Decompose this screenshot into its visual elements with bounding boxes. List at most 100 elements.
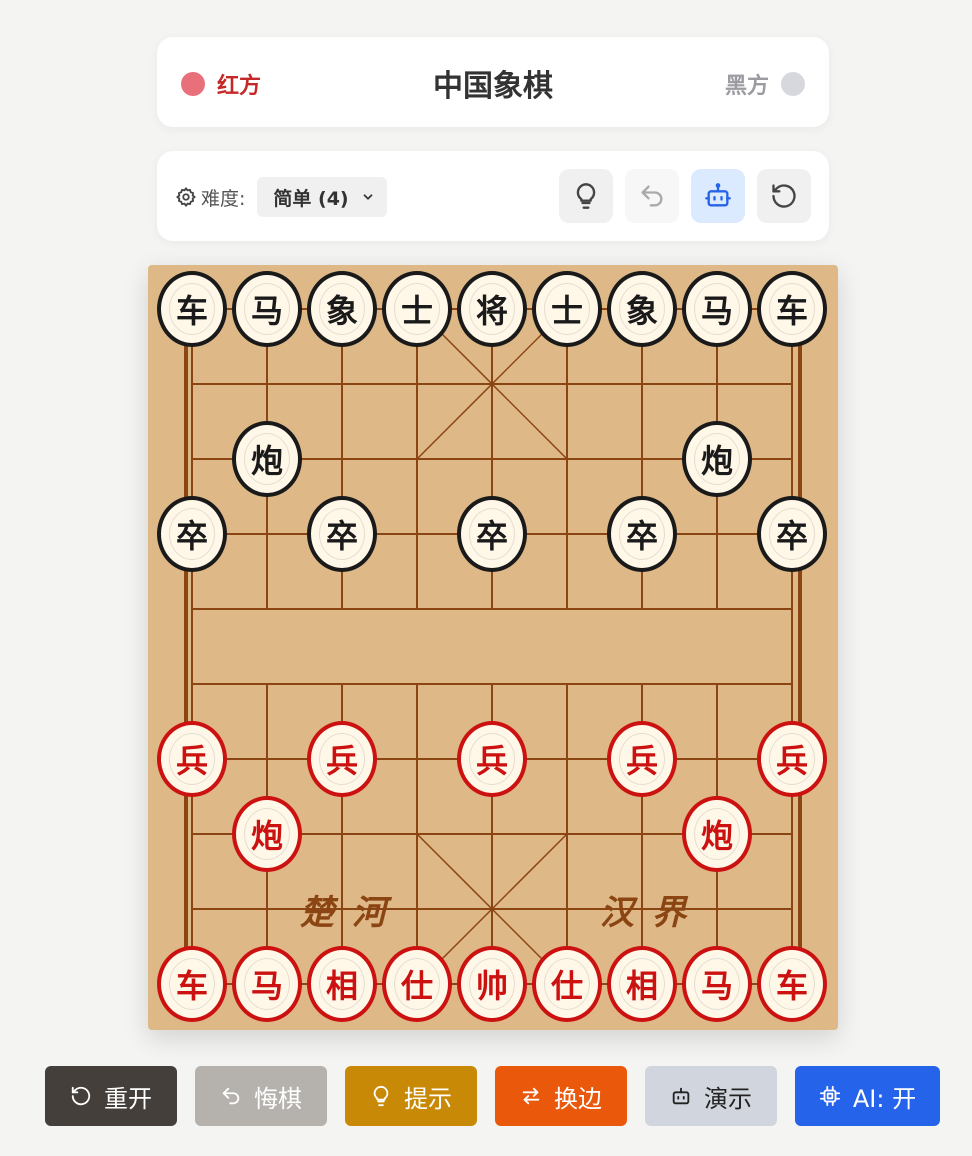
red-piece[interactable]: 相 bbox=[307, 946, 377, 1022]
undo-label: 悔棋 bbox=[254, 1084, 302, 1113]
black-piece[interactable]: 象 bbox=[307, 271, 377, 347]
ai-toggle-icon-button[interactable] bbox=[691, 169, 745, 223]
difficulty-label: 难度: bbox=[201, 187, 246, 210]
black-piece[interactable]: 卒 bbox=[307, 496, 377, 572]
red-piece-label: 炮 bbox=[700, 817, 733, 855]
black-piece-label: 象 bbox=[625, 292, 658, 330]
gear-icon bbox=[176, 187, 196, 207]
toolbar: 难度: 简单 (4) bbox=[157, 151, 829, 241]
black-piece[interactable]: 马 bbox=[682, 271, 752, 347]
black-piece-label: 卒 bbox=[775, 517, 808, 555]
red-piece[interactable]: 车 bbox=[157, 946, 227, 1022]
black-piece[interactable]: 卒 bbox=[157, 496, 227, 572]
red-piece[interactable]: 相 bbox=[607, 946, 677, 1022]
black-piece-label: 卒 bbox=[475, 517, 508, 555]
red-piece[interactable]: 兵 bbox=[457, 721, 527, 797]
red-piece[interactable]: 炮 bbox=[682, 796, 752, 872]
black-side-indicator: 黑方 bbox=[725, 68, 805, 100]
black-piece[interactable]: 士 bbox=[532, 271, 602, 347]
black-piece-label: 卒 bbox=[175, 517, 208, 555]
chevron-down-icon bbox=[363, 194, 372, 200]
black-piece[interactable]: 象 bbox=[607, 271, 677, 347]
chess-board[interactable]: 楚河 汉界 车马象士将士象马车炮炮卒卒卒卒卒兵兵兵兵兵炮炮车马相仕帅仕相马车 bbox=[148, 265, 838, 1030]
swap-arrows-icon bbox=[522, 1087, 540, 1105]
difficulty-value: 简单 (4) bbox=[273, 187, 349, 210]
ai-toggle-button[interactable]: AI: 开 bbox=[795, 1066, 940, 1126]
red-piece-label: 马 bbox=[250, 967, 283, 1005]
black-piece-label: 士 bbox=[400, 292, 433, 330]
black-piece[interactable]: 将 bbox=[457, 271, 527, 347]
restart-label: 重开 bbox=[104, 1084, 152, 1113]
black-piece[interactable]: 卒 bbox=[457, 496, 527, 572]
red-piece-label: 车 bbox=[175, 967, 208, 1005]
hint-label: 提示 bbox=[404, 1084, 452, 1113]
red-piece[interactable]: 仕 bbox=[532, 946, 602, 1022]
black-piece[interactable]: 车 bbox=[757, 271, 827, 347]
black-piece[interactable]: 车 bbox=[157, 271, 227, 347]
black-piece[interactable]: 炮 bbox=[682, 421, 752, 497]
red-piece-label: 车 bbox=[775, 967, 808, 1005]
black-side-label: 黑方 bbox=[724, 74, 769, 99]
restart-icon-button[interactable] bbox=[757, 169, 811, 223]
cpu-chip-icon bbox=[819, 1085, 840, 1107]
red-piece[interactable]: 兵 bbox=[307, 721, 377, 797]
black-piece[interactable]: 士 bbox=[382, 271, 452, 347]
red-piece[interactable]: 仕 bbox=[382, 946, 452, 1022]
river-label-left: 楚河 bbox=[300, 893, 404, 933]
undo-icon-button[interactable] bbox=[625, 169, 679, 223]
hint-icon-button[interactable] bbox=[559, 169, 613, 223]
red-piece-label: 炮 bbox=[250, 817, 283, 855]
lightbulb-icon bbox=[373, 1085, 389, 1107]
red-piece[interactable]: 炮 bbox=[232, 796, 302, 872]
difficulty-select[interactable]: 简单 (4) bbox=[257, 177, 387, 217]
undo-icon bbox=[222, 1087, 240, 1105]
demo-button[interactable]: 演示 bbox=[645, 1066, 777, 1126]
restart-icon bbox=[772, 184, 796, 208]
red-piece[interactable]: 马 bbox=[682, 946, 752, 1022]
ai-toggle-label: AI: 开 bbox=[852, 1084, 917, 1113]
undo-button[interactable]: 悔棋 bbox=[195, 1066, 327, 1126]
red-piece-label: 帅 bbox=[475, 967, 508, 1005]
black-piece-label: 车 bbox=[775, 292, 808, 330]
red-piece-label: 兵 bbox=[475, 742, 508, 780]
red-piece-label: 相 bbox=[325, 967, 358, 1005]
robot-icon bbox=[705, 183, 731, 207]
black-piece[interactable]: 马 bbox=[232, 271, 302, 347]
hint-button[interactable]: 提示 bbox=[345, 1066, 477, 1126]
red-piece[interactable]: 马 bbox=[232, 946, 302, 1022]
restart-button[interactable]: 重开 bbox=[45, 1066, 177, 1126]
black-piece-label: 将 bbox=[475, 292, 508, 330]
red-piece-label: 兵 bbox=[625, 742, 658, 780]
red-piece[interactable]: 兵 bbox=[157, 721, 227, 797]
black-piece-label: 象 bbox=[325, 292, 358, 330]
red-piece-label: 兵 bbox=[325, 742, 358, 780]
red-piece-label: 相 bbox=[625, 967, 658, 1005]
swap-sides-button[interactable]: 换边 bbox=[495, 1066, 627, 1126]
black-piece[interactable]: 卒 bbox=[607, 496, 677, 572]
black-piece-label: 卒 bbox=[325, 517, 358, 555]
black-piece[interactable]: 卒 bbox=[757, 496, 827, 572]
red-piece-label: 兵 bbox=[775, 742, 808, 780]
board-grid bbox=[184, 308, 802, 985]
red-piece[interactable]: 兵 bbox=[757, 721, 827, 797]
swap-label: 换边 bbox=[554, 1084, 602, 1113]
demo-label: 演示 bbox=[704, 1084, 752, 1113]
red-piece-label: 仕 bbox=[400, 967, 433, 1005]
black-piece-label: 卒 bbox=[625, 517, 658, 555]
red-piece[interactable]: 车 bbox=[757, 946, 827, 1022]
black-piece-label: 马 bbox=[250, 292, 283, 330]
red-piece-label: 仕 bbox=[550, 967, 583, 1005]
black-piece-label: 车 bbox=[175, 292, 208, 330]
red-piece-label: 兵 bbox=[175, 742, 208, 780]
lightbulb-icon bbox=[576, 183, 596, 209]
black-piece-label: 炮 bbox=[250, 442, 283, 480]
undo-icon bbox=[641, 185, 663, 207]
red-piece[interactable]: 帅 bbox=[457, 946, 527, 1022]
black-piece-label: 马 bbox=[700, 292, 733, 330]
red-piece[interactable]: 兵 bbox=[607, 721, 677, 797]
black-piece[interactable]: 炮 bbox=[232, 421, 302, 497]
robot-icon bbox=[672, 1087, 690, 1105]
black-piece-label: 炮 bbox=[700, 442, 733, 480]
river-label-right: 汉界 bbox=[600, 893, 704, 933]
game-header: 红方 中国象棋 黑方 bbox=[157, 37, 829, 127]
